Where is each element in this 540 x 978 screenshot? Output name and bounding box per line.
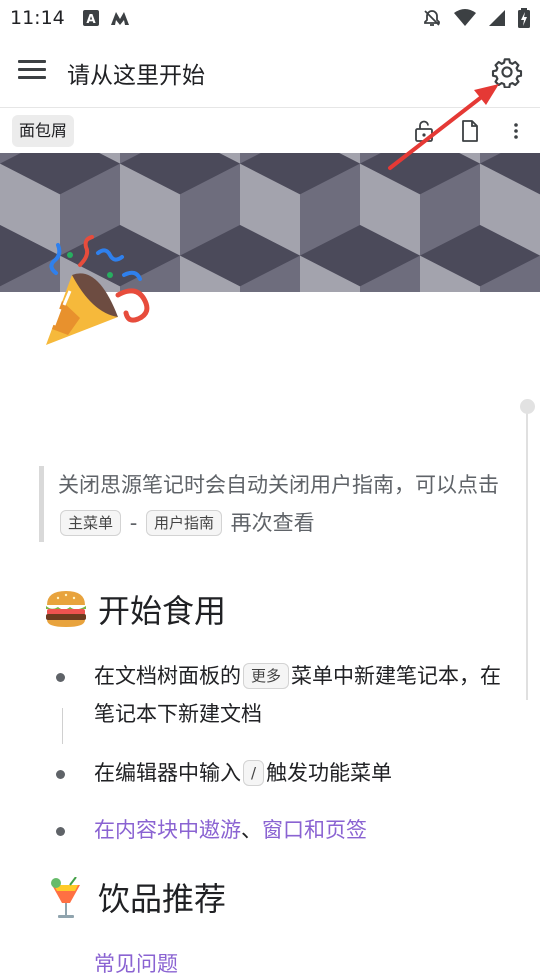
signal-icon: [488, 9, 506, 31]
link-faq[interactable]: 常见问题: [94, 948, 178, 978]
scrollbar-track: [526, 408, 528, 700]
link-content-blocks[interactable]: 在内容块中遨游: [94, 818, 241, 842]
party-popper-emoji[interactable]: [40, 235, 160, 350]
more-vertical-icon[interactable]: [504, 118, 528, 144]
list-separator: 、: [241, 818, 262, 842]
page-title: 请从这里开始: [67, 63, 205, 89]
app-notification-icon: [110, 9, 130, 31]
alarm-off-icon: [422, 8, 442, 32]
kbd-slash: /: [243, 760, 265, 786]
quote-text: 关闭思源笔记时会自动关闭用户指南，可以点击: [58, 473, 499, 497]
unlock-icon[interactable]: [412, 118, 436, 144]
tropical-drink-emoji: [44, 876, 88, 918]
kbd-main-menu: 主菜单: [60, 510, 122, 536]
list-item-text: 在文档树面板的: [94, 664, 241, 688]
heading-text: 饮品推荐: [98, 880, 227, 918]
breadcrumb[interactable]: 面包屑: [12, 115, 75, 147]
list-guide-line: [62, 708, 63, 744]
svg-text:A: A: [86, 12, 96, 26]
status-bar: 11:14 A: [0, 0, 540, 38]
bullet: [56, 770, 65, 779]
list-item-text-end: 触发功能菜单: [266, 761, 393, 785]
blockquote[interactable]: 关闭思源笔记时会自动关闭用户指南，可以点击 主菜单 - 用户指南 再次查看: [39, 466, 528, 542]
battery-charging-icon: [518, 8, 530, 32]
kbd-more: 更多: [243, 663, 290, 689]
link-windows-tabs[interactable]: 窗口和页签: [262, 818, 367, 842]
wifi-icon: [454, 9, 476, 31]
quote-text-end: 再次查看: [230, 511, 315, 535]
top-app-bar: 请从这里开始: [0, 38, 540, 106]
text-notification-icon: A: [82, 9, 100, 31]
document-icon[interactable]: [458, 118, 482, 144]
heading-drinks[interactable]: 饮品推荐: [44, 874, 226, 920]
toolbar-divider: [0, 107, 540, 108]
heading-text: 开始食用: [98, 592, 227, 630]
hamburger-emoji: [44, 589, 88, 629]
bullet: [56, 827, 65, 836]
quote-separator: -: [123, 511, 144, 535]
hamburger-menu-icon[interactable]: [18, 60, 46, 84]
bullet: [56, 673, 65, 682]
list-item-text: 在编辑器中输入: [94, 761, 241, 785]
gear-icon[interactable]: [491, 56, 523, 89]
kbd-user-guide: 用户指南: [145, 510, 222, 536]
status-time: 11:14: [10, 7, 65, 29]
scrollbar-thumb[interactable]: [520, 399, 535, 414]
heading-start[interactable]: 开始食用: [44, 586, 226, 632]
